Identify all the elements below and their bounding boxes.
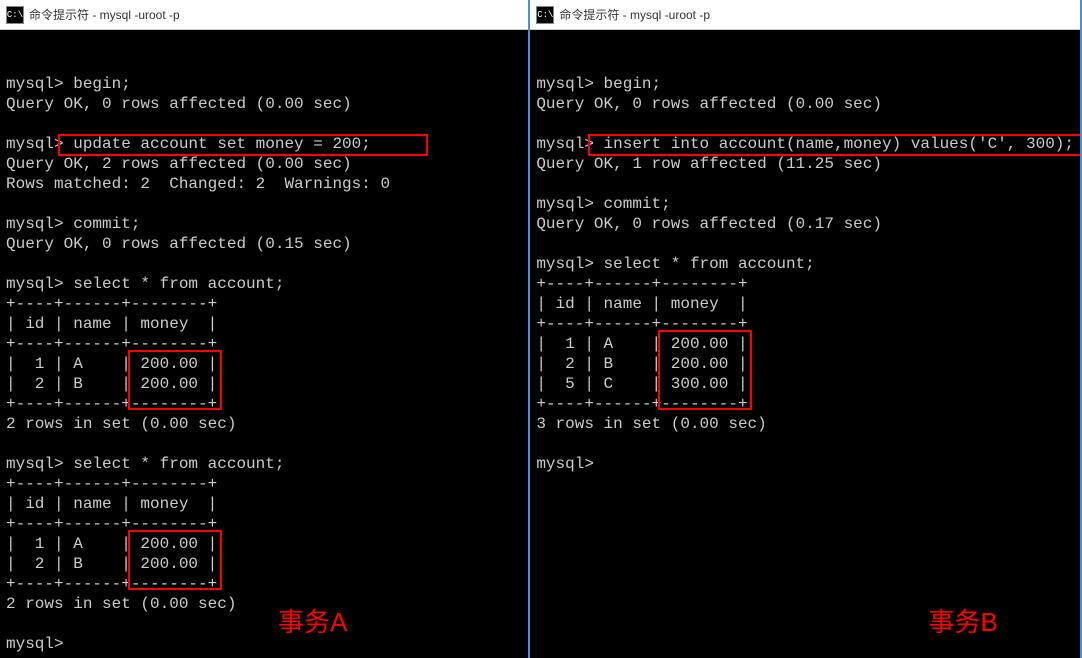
left-titlebar[interactable]: C:\ 命令提示符 - mysql -uroot -p bbox=[0, 0, 528, 30]
left-terminal[interactable]: mysql> begin; Query OK, 0 rows affected … bbox=[0, 30, 528, 658]
right-titlebar[interactable]: C:\ 命令提示符 - mysql -uroot -p bbox=[530, 0, 1080, 30]
right-terminal[interactable]: mysql> begin; Query OK, 0 rows affected … bbox=[530, 30, 1080, 658]
right-title-text: 命令提示符 - mysql -uroot -p bbox=[559, 6, 710, 23]
command-prompt-icon: C:\ bbox=[6, 6, 24, 24]
command-prompt-icon: C:\ bbox=[536, 6, 554, 24]
right-terminal-window: C:\ 命令提示符 - mysql -uroot -p mysql> begin… bbox=[530, 0, 1082, 658]
transaction-label: 事务A bbox=[278, 606, 347, 639]
terminal-text: mysql> begin; Query OK, 0 rows affected … bbox=[536, 75, 1074, 473]
transaction-label: 事务B bbox=[928, 606, 997, 639]
left-title-text: 命令提示符 - mysql -uroot -p bbox=[29, 6, 180, 23]
left-terminal-window: C:\ 命令提示符 - mysql -uroot -p mysql> begin… bbox=[0, 0, 530, 658]
terminal-text: mysql> begin; Query OK, 0 rows affected … bbox=[6, 75, 390, 653]
